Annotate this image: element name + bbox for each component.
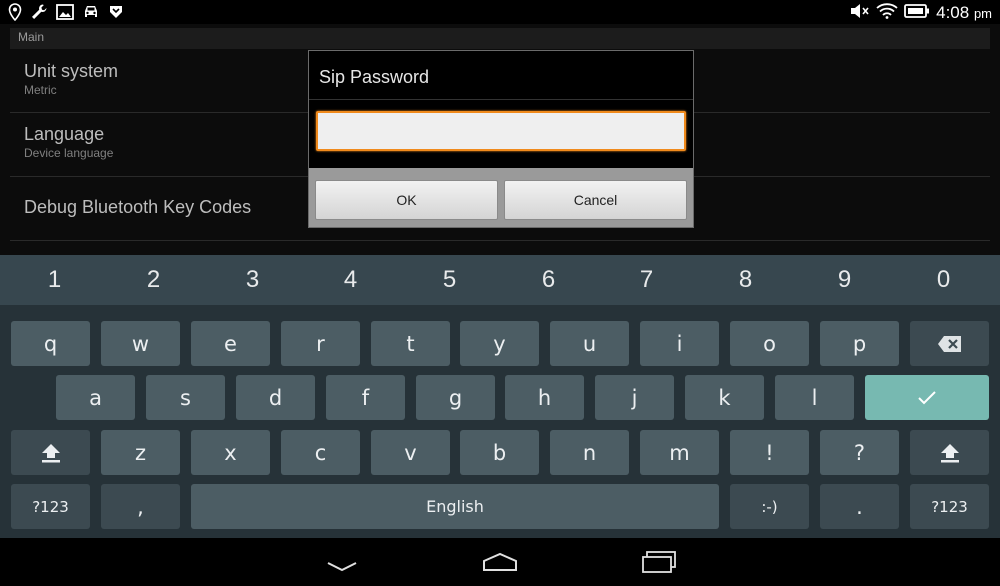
- key-8[interactable]: 8: [696, 255, 795, 305]
- clock-time: 4:08: [936, 3, 970, 22]
- key-q[interactable]: q: [11, 321, 90, 366]
- car-icon: [82, 4, 100, 20]
- back-chevron-icon[interactable]: [326, 558, 358, 577]
- image-icon: [56, 4, 74, 20]
- key-4[interactable]: 4: [301, 255, 400, 305]
- pref-title: Language: [24, 124, 105, 144]
- key-h[interactable]: h: [505, 375, 584, 420]
- key-r[interactable]: r: [281, 321, 360, 366]
- download-icon: [108, 4, 124, 20]
- key-f[interactable]: f: [326, 375, 405, 420]
- key-g[interactable]: g: [416, 375, 495, 420]
- pref-unit-system[interactable]: Unit system Metric: [24, 61, 118, 97]
- section-header-label: Main: [18, 30, 45, 44]
- dialog-title: Sip Password: [319, 67, 430, 87]
- battery-icon: [904, 3, 930, 23]
- key-7[interactable]: 7: [597, 255, 696, 305]
- key-y[interactable]: y: [460, 321, 539, 366]
- key-a[interactable]: a: [56, 375, 135, 420]
- home-icon[interactable]: [482, 552, 518, 576]
- wifi-icon: [876, 3, 898, 23]
- sip-password-dialog: Sip Password OK Cancel: [308, 50, 694, 228]
- pref-summary: Metric: [24, 83, 57, 97]
- navigation-bar: [0, 538, 1000, 586]
- period-key[interactable]: .: [820, 484, 899, 529]
- key-6[interactable]: 6: [499, 255, 598, 305]
- key-d[interactable]: d: [236, 375, 315, 420]
- key-2[interactable]: 2: [104, 255, 203, 305]
- shift-key-right[interactable]: [910, 430, 989, 475]
- symbols-key-right[interactable]: ?123: [910, 484, 989, 529]
- divider: [10, 240, 990, 241]
- pref-title: Unit system: [24, 61, 119, 81]
- symbols-key-left[interactable]: ?123: [11, 484, 90, 529]
- key-j[interactable]: j: [595, 375, 674, 420]
- key-w[interactable]: w: [101, 321, 180, 366]
- dialog-button-bar: OK Cancel: [309, 168, 693, 227]
- pref-debug-bluetooth[interactable]: Debug Bluetooth Key Codes: [24, 197, 251, 218]
- key-l[interactable]: l: [775, 375, 854, 420]
- system-status: 4:08 pm: [850, 3, 992, 23]
- cancel-button[interactable]: Cancel: [504, 180, 687, 220]
- space-key[interactable]: English: [191, 484, 719, 529]
- shift-key-left[interactable]: [11, 430, 90, 475]
- soft-keyboard: 1 2 3 4 5 6 7 8 9 0 q w e r t y u i o p …: [0, 255, 1000, 538]
- key-o[interactable]: o: [730, 321, 809, 366]
- key-exclamation[interactable]: !: [730, 430, 809, 475]
- key-c[interactable]: c: [281, 430, 360, 475]
- dialog-divider: [309, 99, 693, 100]
- recents-icon[interactable]: [641, 551, 677, 577]
- key-k[interactable]: k: [685, 375, 764, 420]
- key-3[interactable]: 3: [203, 255, 302, 305]
- pref-summary: Device language: [24, 146, 114, 160]
- clock-ampm: pm: [973, 6, 992, 21]
- volume-muted-icon: [850, 3, 870, 23]
- location-pin-icon: [8, 3, 22, 21]
- backspace-key[interactable]: [910, 321, 989, 366]
- key-b[interactable]: b: [460, 430, 539, 475]
- key-v[interactable]: v: [371, 430, 450, 475]
- comma-key[interactable]: ,: [101, 484, 180, 529]
- password-input[interactable]: [316, 111, 686, 151]
- key-m[interactable]: m: [640, 430, 719, 475]
- key-e[interactable]: e: [191, 321, 270, 366]
- key-u[interactable]: u: [550, 321, 629, 366]
- shift-icon: [39, 441, 63, 465]
- section-header: Main: [10, 28, 990, 49]
- key-n[interactable]: n: [550, 430, 629, 475]
- key-i[interactable]: i: [640, 321, 719, 366]
- clock: 4:08 pm: [936, 3, 992, 23]
- key-1[interactable]: 1: [5, 255, 104, 305]
- key-question[interactable]: ?: [820, 430, 899, 475]
- number-row: 1 2 3 4 5 6 7 8 9 0: [0, 255, 1000, 305]
- wrench-icon: [30, 3, 48, 21]
- key-0[interactable]: 0: [894, 255, 993, 305]
- pref-language[interactable]: Language Device language: [24, 124, 113, 160]
- key-z[interactable]: z: [101, 430, 180, 475]
- smiley-key[interactable]: :-): [730, 484, 809, 529]
- notification-icons: [8, 3, 124, 21]
- key-9[interactable]: 9: [795, 255, 894, 305]
- key-p[interactable]: p: [820, 321, 899, 366]
- enter-key[interactable]: [865, 375, 989, 420]
- key-5[interactable]: 5: [400, 255, 499, 305]
- key-x[interactable]: x: [191, 430, 270, 475]
- shift-icon: [938, 441, 962, 465]
- ok-button[interactable]: OK: [315, 180, 498, 220]
- status-bar: 4:08 pm: [0, 0, 1000, 24]
- pref-title: Debug Bluetooth Key Codes: [24, 197, 252, 217]
- key-s[interactable]: s: [146, 375, 225, 420]
- key-t[interactable]: t: [371, 321, 450, 366]
- checkmark-icon: [917, 390, 937, 406]
- backspace-icon: [937, 335, 963, 353]
